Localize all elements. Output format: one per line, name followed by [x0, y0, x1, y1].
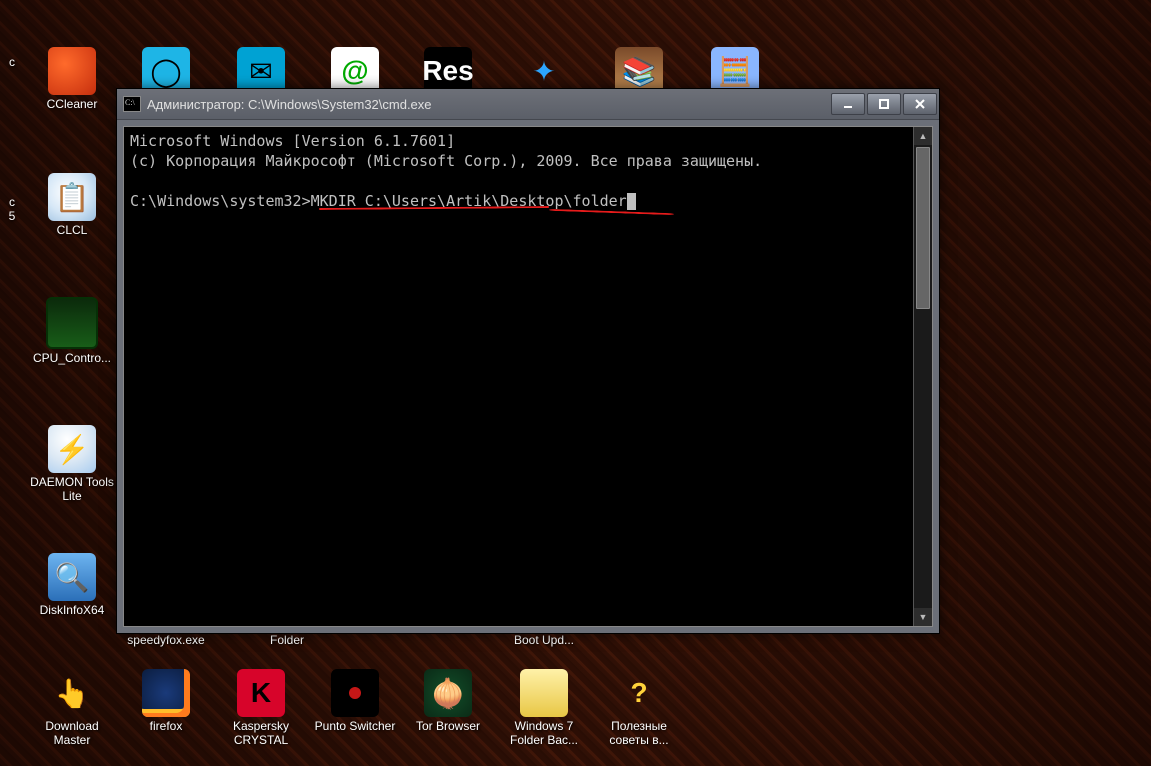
- window-title: Администратор: C:\Windows\System32\cmd.e…: [147, 97, 831, 112]
- scroll-down-button[interactable]: ▼: [914, 608, 932, 626]
- desktop-icon-label: Download Master: [30, 719, 114, 747]
- desktop-icon[interactable]: ?Полезные советы в...: [597, 669, 681, 747]
- folder-icon: [520, 669, 568, 717]
- desktop-icon-label: CLCL: [57, 223, 88, 237]
- desktop-icon-label: firefox: [150, 719, 183, 733]
- desktop-icon-label: Tor Browser: [416, 719, 480, 733]
- desktop-icon[interactable]: 👆Download Master: [30, 669, 114, 747]
- desktop-icon-label: speedyfox.exe: [127, 633, 204, 647]
- terminal-client: Microsoft Windows [Version 6.1.7601] (c)…: [123, 126, 933, 627]
- desktop-icon[interactable]: KKaspersky CRYSTAL: [219, 669, 303, 747]
- desktop-icon-label: DiskInfoX64: [40, 603, 105, 617]
- desktop-icon-label: CPU_Contro...: [33, 351, 111, 365]
- desktop-icon-partial[interactable]: c: [0, 5, 54, 69]
- cmd-icon: [123, 96, 141, 112]
- scroll-thumb[interactable]: [916, 147, 930, 309]
- desktop-icon-partial[interactable]: c5: [0, 145, 54, 223]
- desktop-icon-label: Kaspersky CRYSTAL: [219, 719, 303, 747]
- terminal-line: Microsoft Windows [Version 6.1.7601]: [130, 132, 455, 150]
- desktop-icon-label: Folder: [270, 633, 304, 647]
- desktop-icon[interactable]: Windows 7 Folder Bac...: [502, 669, 586, 747]
- scrollbar[interactable]: ▲ ▼: [913, 127, 932, 626]
- generic-icon: [0, 145, 36, 193]
- terminal-output[interactable]: Microsoft Windows [Version 6.1.7601] (c)…: [124, 127, 913, 626]
- desktop-icon[interactable]: ⚡DAEMON Tools Lite: [30, 425, 114, 503]
- desktop-icon[interactable]: 🧅 Tor Browser: [406, 669, 490, 733]
- desktop-icon-label: CCleaner: [47, 97, 98, 111]
- tor-icon: 🧅: [424, 669, 472, 717]
- cmd-window[interactable]: Администратор: C:\Windows\System32\cmd.e…: [116, 88, 940, 634]
- desktop-icon-label: Boot Upd...: [514, 633, 574, 647]
- desktop-icon-label: Windows 7 Folder Bac...: [502, 719, 586, 747]
- desktop-icon-label: Punto Switcher: [315, 719, 396, 733]
- minimize-button[interactable]: [831, 93, 865, 115]
- desktop-icon-label: DAEMON Tools Lite: [30, 475, 114, 503]
- chip-icon: [46, 297, 98, 349]
- desktop-icon[interactable]: 🔍 DiskInfoX64: [30, 553, 114, 617]
- maximize-button[interactable]: [867, 93, 901, 115]
- close-button[interactable]: [903, 93, 937, 115]
- clcl-icon: 📋: [48, 173, 96, 221]
- qmark-icon: ?: [615, 669, 663, 717]
- hand-icon: 👆: [48, 669, 96, 717]
- generic-icon: [0, 5, 36, 53]
- terminal-line: (c) Корпорация Майкрософт (Microsoft Cor…: [130, 152, 762, 170]
- desktop-icon-label: Полезные советы в...: [597, 719, 681, 747]
- kasp-icon: K: [237, 669, 285, 717]
- desktop-icon[interactable]: firefox: [124, 669, 208, 733]
- cursor: [627, 193, 636, 210]
- desktop-icon[interactable]: Punto Switcher: [313, 669, 397, 733]
- firefox-icon: [142, 669, 190, 717]
- daemon-icon: ⚡: [48, 425, 96, 473]
- desktop-icon[interactable]: CPU_Contro...: [30, 297, 114, 365]
- punto-icon: [331, 669, 379, 717]
- ccleaner-icon: [48, 47, 96, 95]
- titlebar[interactable]: Администратор: C:\Windows\System32\cmd.e…: [117, 89, 939, 120]
- disk-icon: 🔍: [48, 553, 96, 601]
- scroll-up-button[interactable]: ▲: [914, 127, 932, 145]
